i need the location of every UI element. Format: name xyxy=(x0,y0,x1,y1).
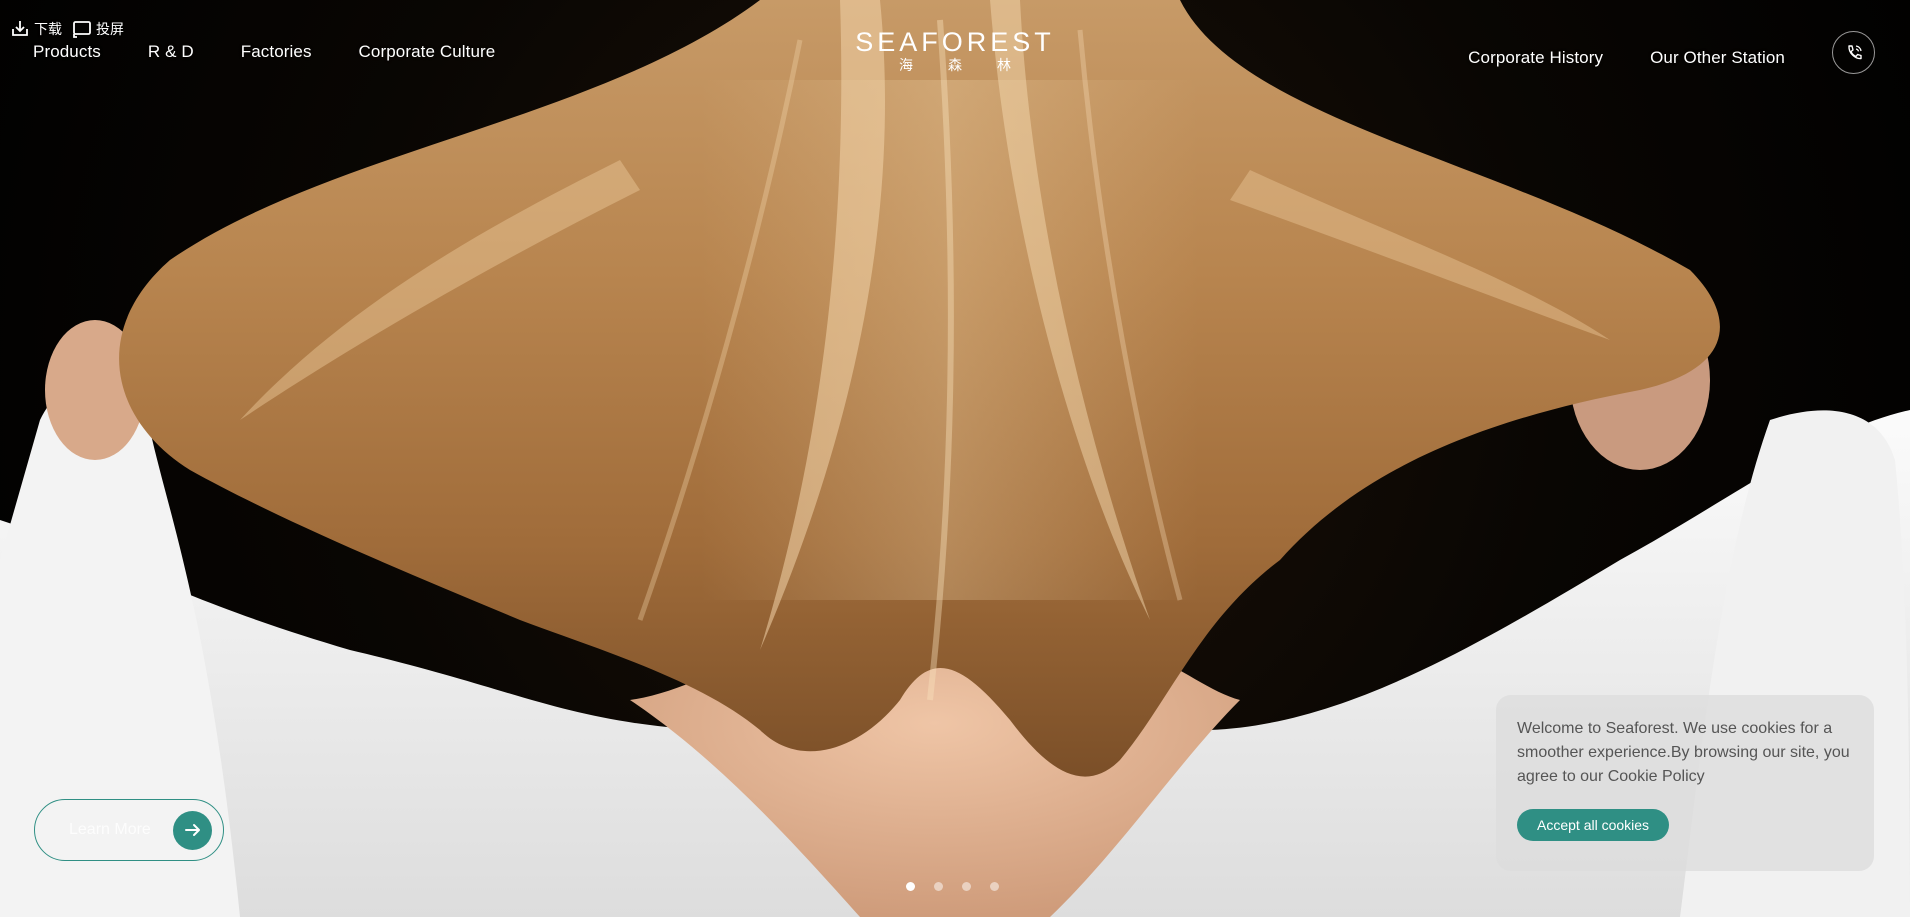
phone-button[interactable] xyxy=(1832,31,1875,74)
nav-item-factories[interactable]: Factories xyxy=(241,42,312,62)
nav-item-corporate-culture[interactable]: Corporate Culture xyxy=(359,42,496,62)
logo-wordmark: SEAFOREST xyxy=(855,27,1055,57)
learn-more-label: Learn More xyxy=(69,821,151,838)
cast-button[interactable]: 投屏 xyxy=(72,19,124,39)
main-nav-right: Corporate History Our Other Station xyxy=(1468,31,1875,74)
browser-toolbar: 下载 投屏 xyxy=(10,16,124,42)
main-nav-left: Products R & D Factories Corporate Cultu… xyxy=(33,42,495,62)
logo-chinese: 海森林 xyxy=(899,57,1046,73)
cast-icon xyxy=(73,21,91,38)
page: 下载 投屏 Products R & D Factories Corporate… xyxy=(0,0,1910,917)
slide-dot-2[interactable] xyxy=(934,882,943,891)
site-logo[interactable]: SEAFOREST 海森林 xyxy=(855,27,1055,73)
download-icon xyxy=(12,21,28,36)
phone-icon xyxy=(1847,44,1862,59)
nav-item-other-station[interactable]: Our Other Station xyxy=(1650,48,1785,68)
slide-dot-1[interactable] xyxy=(906,882,915,891)
download-label: 下载 xyxy=(34,21,62,37)
download-button[interactable]: 下载 xyxy=(10,19,62,39)
nav-item-products[interactable]: Products xyxy=(33,42,101,62)
learn-more-button[interactable]: Learn More xyxy=(34,799,224,861)
cookie-banner: Welcome to Seaforest. We use cookies for… xyxy=(1496,695,1874,871)
cast-label: 投屏 xyxy=(96,21,124,37)
slide-dot-4[interactable] xyxy=(990,882,999,891)
slide-dot-3[interactable] xyxy=(962,882,971,891)
slider-pagination xyxy=(906,882,999,891)
cookie-text: Welcome to Seaforest. We use cookies for… xyxy=(1517,720,1850,785)
arrow-right-icon xyxy=(184,824,200,836)
nav-item-corporate-history[interactable]: Corporate History xyxy=(1468,48,1603,68)
nav-item-rd[interactable]: R & D xyxy=(148,42,194,62)
accept-cookies-button[interactable]: Accept all cookies xyxy=(1517,809,1670,841)
arrow-circle xyxy=(173,810,212,850)
